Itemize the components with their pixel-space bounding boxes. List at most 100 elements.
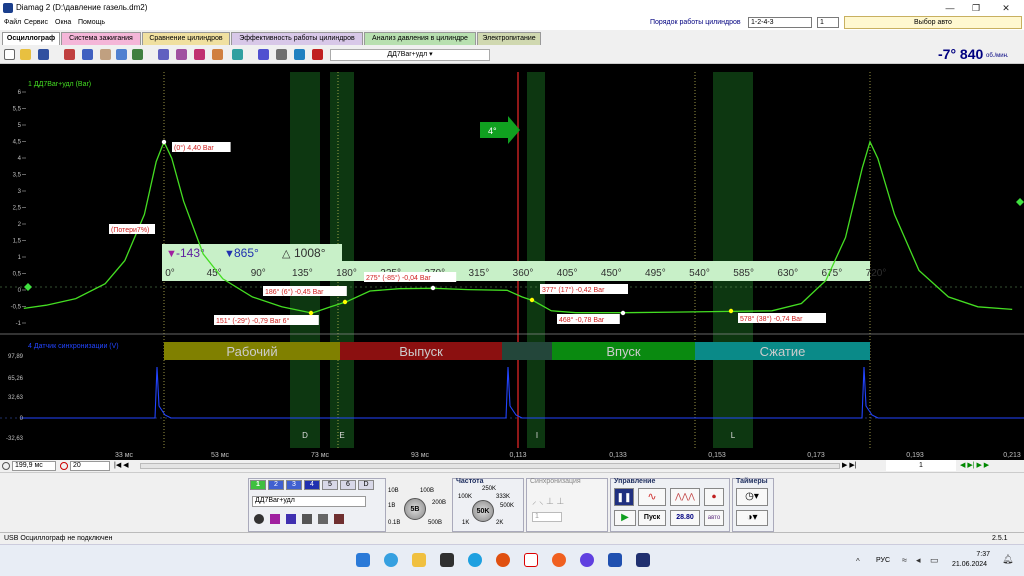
page-nav-buttons[interactable]: ◀ ▶| ▶ ▶ <box>960 461 1022 471</box>
wifi-icon[interactable]: ≈ <box>902 555 907 565</box>
timer-button[interactable]: ◷▾ <box>736 488 768 506</box>
magnet-icon[interactable] <box>64 49 75 60</box>
scroll-start-buttons[interactable]: |◀ ◀ <box>114 461 138 471</box>
notifications-icon[interactable]: 🔔︎ <box>1002 554 1013 565</box>
skype-icon[interactable] <box>468 553 482 567</box>
channel-select[interactable]: ДД7Bar+удл ▾ <box>330 49 490 61</box>
channel-tab-4[interactable]: 4 <box>304 480 320 490</box>
channel-tab-2[interactable]: 2 <box>268 480 284 490</box>
oscilloscope-svg[interactable]: Рабочий Выпуск Впуск СжатиеD E I L 0° 45° 90° 135… <box>0 64 1024 460</box>
maximize-button[interactable]: ❐ <box>966 2 986 14</box>
frequency-knob[interactable]: 50K <box>472 500 494 522</box>
alice-icon[interactable] <box>580 553 594 567</box>
phase-gap-band <box>502 342 552 360</box>
wave-icon[interactable] <box>194 49 205 60</box>
tab-cylinder-compare[interactable]: Сравнение цилиндров <box>142 32 230 45</box>
menu-windows[interactable]: Окна <box>55 19 71 26</box>
freq-knob-label-500k: 500K <box>500 503 515 509</box>
menu-file[interactable]: Файл <box>4 19 21 26</box>
speaker-icon[interactable]: ◂ <box>916 555 921 566</box>
formula-icon[interactable] <box>318 514 328 524</box>
diamag-taskbar-icon[interactable] <box>636 553 650 567</box>
grid-icon[interactable] <box>276 49 287 60</box>
flag-icon[interactable] <box>212 49 223 60</box>
scroll-end-buttons[interactable]: ▶ ▶| <box>842 461 882 471</box>
tools-icon[interactable] <box>334 514 344 524</box>
degree-tick-label: 630° <box>777 268 798 279</box>
tab-ignition[interactable]: Система зажигания <box>61 32 141 45</box>
hand-icon[interactable] <box>100 49 111 60</box>
right-marker-icon <box>1016 198 1024 206</box>
tab-cylinder-efficiency[interactable]: Эффективность работы цилиндров <box>231 32 363 45</box>
cylinder-number-select[interactable]: 1 <box>817 17 839 28</box>
channel-tab-6[interactable]: 6 <box>340 480 356 490</box>
yandex-icon[interactable] <box>524 553 538 567</box>
menu-help[interactable]: Помощь <box>78 19 105 26</box>
oscilloscope-plot[interactable]: Рабочий Выпуск Впуск Сжатие D E I L 0° 45° 90° 135… <box>0 64 1024 460</box>
minimize-button[interactable]: — <box>940 2 960 14</box>
menu-service[interactable]: Сервис <box>24 19 48 26</box>
save-icon[interactable] <box>38 49 49 60</box>
sync-mode-icons[interactable]: ⸝ ⸜ ⊥ ⊥ <box>532 494 602 506</box>
auto-button[interactable]: авто <box>704 510 724 526</box>
channel-tab-1[interactable]: 1 <box>250 480 266 490</box>
delta-icon: △ <box>282 248 291 260</box>
trace-marker <box>728 308 734 314</box>
open-folder-icon[interactable] <box>20 49 31 60</box>
sync-channel-select[interactable]: 1 <box>532 512 562 522</box>
invert-icon[interactable] <box>270 514 280 524</box>
start-button[interactable]: Пуск <box>638 510 666 526</box>
cylinder-order-select[interactable]: 1-2-4-3 <box>748 17 812 28</box>
file-explorer-icon[interactable] <box>412 553 426 567</box>
sync-y-tick: 65,26 <box>8 376 24 382</box>
timer-settings-button[interactable]: ◑▾ <box>736 510 768 526</box>
horizontal-scrollbar[interactable] <box>140 463 840 469</box>
filter-icon[interactable] <box>176 49 187 60</box>
tray-chevron-icon[interactable]: ^ <box>856 557 860 566</box>
browser-icon[interactable] <box>496 553 510 567</box>
time-scale-select[interactable]: 199,9 мс <box>12 461 56 471</box>
zero-icon[interactable] <box>232 49 243 60</box>
time-scale-icon[interactable] <box>2 462 10 470</box>
battery-icon[interactable]: ▭ <box>930 555 939 566</box>
store-icon[interactable] <box>440 553 454 567</box>
mode-select[interactable]: Выбор авто <box>844 16 1022 29</box>
edge-icon[interactable] <box>384 553 398 567</box>
tab-pressure-analysis[interactable]: Анализ давления в цилиндре <box>364 32 476 45</box>
range-knob[interactable]: 5В <box>404 498 426 520</box>
move-icon[interactable] <box>286 514 296 524</box>
word-icon[interactable] <box>608 553 622 567</box>
channel-tab-3[interactable]: 3 <box>286 480 302 490</box>
pressure-y-tick: 2 <box>18 222 22 228</box>
record-button[interactable]: ⏺ <box>704 488 724 506</box>
zoom-select[interactable]: 20 <box>70 461 110 471</box>
zoom-icon[interactable] <box>116 49 127 60</box>
zoom-scale-icon[interactable] <box>60 462 68 470</box>
freq-knob-label-100k: 100K <box>458 494 473 500</box>
measure-icon[interactable] <box>132 49 143 60</box>
cursor-icon[interactable] <box>158 49 169 60</box>
eye-icon[interactable] <box>254 514 264 524</box>
pin-icon[interactable] <box>312 49 323 60</box>
language-indicator[interactable]: РУС <box>876 557 890 564</box>
zoom-range-icon[interactable] <box>82 49 93 60</box>
channel-tab-5[interactable]: 5 <box>322 480 338 490</box>
page-field[interactable]: 1 <box>886 460 956 471</box>
sensor-field[interactable]: ДД7Bar+удл <box>252 496 366 507</box>
pressure-y-tick: 0 <box>18 288 22 294</box>
channel-tab-d[interactable]: D <box>358 480 374 490</box>
list-icon[interactable] <box>302 514 312 524</box>
split-icon[interactable] <box>294 49 305 60</box>
close-button[interactable]: ✕ <box>996 2 1016 14</box>
tab-oscilloscope[interactable]: Осциллограф <box>2 32 60 45</box>
tab-power-supply[interactable]: Электропитание <box>477 32 541 45</box>
degree-tick-label: 495° <box>645 268 666 279</box>
start-menu-icon[interactable] <box>356 553 370 567</box>
wave-mode-button[interactable]: ⋀⋀⋀ <box>670 488 700 506</box>
pause-button[interactable]: ❚❚ <box>614 488 634 506</box>
media-icon[interactable] <box>552 553 566 567</box>
marker-icon[interactable] <box>258 49 269 60</box>
sine-mode-button[interactable]: ∿ <box>638 488 666 506</box>
new-file-icon[interactable] <box>4 49 15 60</box>
play-icon[interactable]: ▶ <box>614 510 636 526</box>
